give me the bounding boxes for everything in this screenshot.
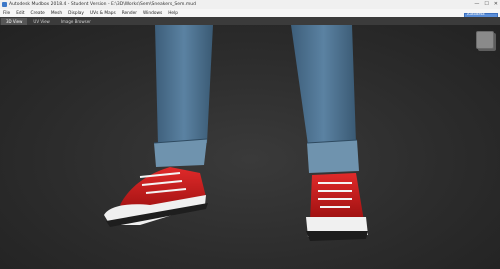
menu-uvs-maps[interactable]: UVs & Maps — [87, 11, 119, 16]
close-button[interactable]: ✕ — [494, 1, 498, 7]
window-title: Autodesk Mudbox 2018.4 - Student Version… — [9, 2, 196, 7]
right-sneaker — [306, 173, 368, 241]
menu-help[interactable]: Help — [165, 11, 181, 16]
3d-viewport[interactable] — [0, 25, 500, 269]
minimize-button[interactable]: — — [474, 1, 479, 7]
tab-uv-view[interactable]: UV View — [28, 18, 54, 25]
sneaker-model — [104, 25, 368, 241]
menu-render[interactable]: Render — [119, 11, 140, 16]
menu-create[interactable]: Create — [28, 11, 48, 16]
menu-mesh[interactable]: Mesh — [48, 11, 65, 16]
menu-display[interactable]: Display — [65, 11, 87, 16]
menu-windows[interactable]: Windows — [140, 11, 165, 16]
maximize-button[interactable]: ☐ — [484, 1, 488, 7]
app-icon — [2, 2, 7, 7]
right-jeans-leg — [291, 25, 359, 173]
left-sneaker — [104, 167, 208, 227]
menu-file[interactable]: File — [0, 11, 13, 16]
window-controls: — ☐ ✕ — [474, 1, 498, 7]
tab-3d-view[interactable]: 3D View — [1, 17, 28, 25]
left-jeans-leg — [153, 25, 213, 167]
tab-image-browser[interactable]: Image Browser — [56, 18, 96, 25]
menu-edit[interactable]: Edit — [13, 11, 27, 16]
